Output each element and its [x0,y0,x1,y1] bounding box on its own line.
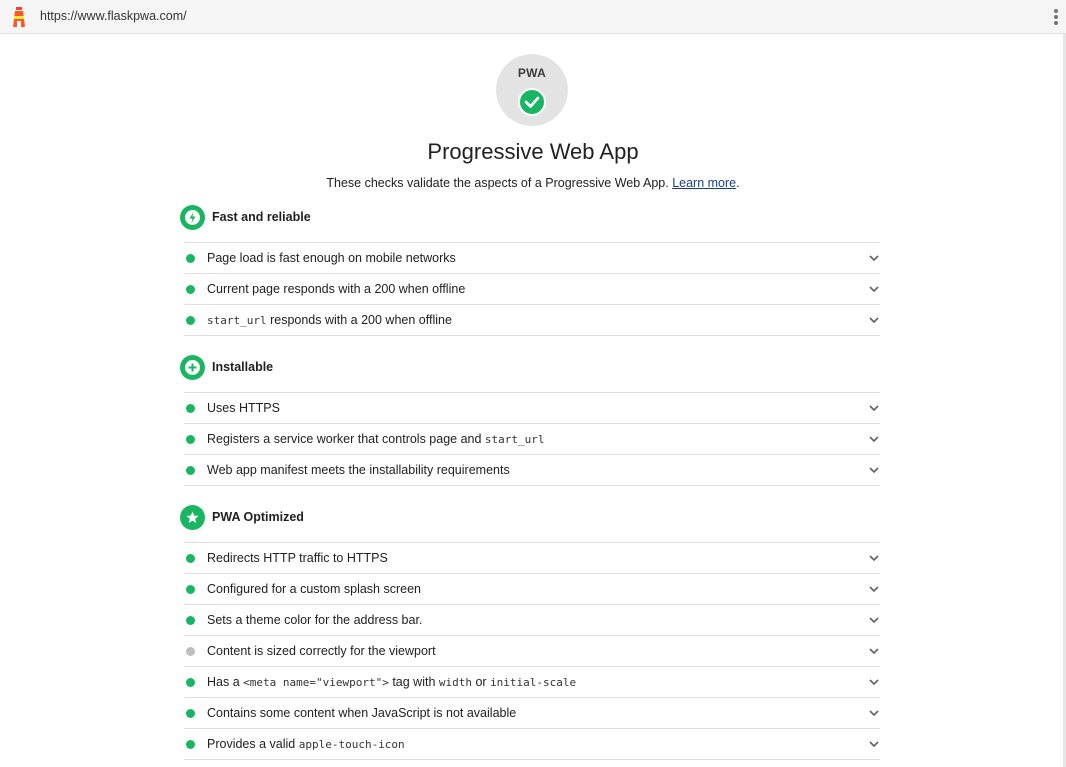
check-circle-icon [518,88,546,116]
learn-more-link[interactable]: Learn more [672,176,736,190]
audit-group-header: Installable [180,355,880,383]
chevron-down-icon[interactable] [868,615,880,625]
page-title: Progressive Web App [427,139,639,164]
audit-list: Redirects HTTP traffic to HTTPS Configure… [184,542,880,760]
status-pass-icon [186,554,195,563]
chevron-down-icon[interactable] [868,677,880,687]
status-pass-icon [186,616,195,625]
description-period: . [736,176,740,190]
lightning-icon [180,205,205,230]
audit-item[interactable]: Uses HTTPS [184,393,880,424]
chevron-down-icon[interactable] [868,465,880,475]
status-pass-icon [186,466,195,475]
audit-item[interactable]: Current page responds with a 200 when of… [184,274,880,305]
audit-group: Installable Uses HTTPS Registers a service… [180,355,880,486]
description-text: These checks validate the aspects of a P… [326,176,669,190]
pwa-badge: PWA [496,54,568,126]
audit-item-label: Registers a service worker that controls… [207,432,545,446]
audit-item[interactable]: Web app manifest meets the installabilit… [184,455,880,486]
chevron-down-icon[interactable] [868,584,880,594]
page-description: These checks validate the aspects of a P… [0,176,1066,190]
audit-item-label: Redirects HTTP traffic to HTTPS [207,551,388,565]
status-pass-icon [186,285,195,294]
audit-item-label: Contains some content when JavaScript is… [207,706,517,720]
audit-list: Uses HTTPS Registers a service worker tha… [184,392,880,486]
status-pass-icon [186,740,195,749]
status-pass-icon [186,404,195,413]
audit-item[interactable]: Contains some content when JavaScript is… [184,698,880,729]
audit-group-header: Fast and reliable [180,205,880,233]
status-pass-icon [186,678,195,687]
audit-item-label: Page load is fast enough on mobile netwo… [207,251,456,265]
audit-item-label: Current page responds with a 200 when of… [207,282,466,296]
more-menu-icon[interactable] [1053,9,1059,25]
chevron-down-icon[interactable] [868,315,880,325]
audit-group-title: Fast and reliable [212,210,311,224]
audit-item-label: Sets a theme color for the address bar. [207,613,423,627]
audit-item[interactable]: Provides a valid apple-touch-icon [184,729,880,760]
audit-group-title: Installable [212,360,274,374]
audit-item-label: Provides a valid apple-touch-icon [207,737,405,751]
audit-item-label: Uses HTTPS [207,401,280,415]
audit-item[interactable]: Has a <meta name="viewport"> tag with wi… [184,667,880,698]
audit-group: Fast and reliable Page load is fast enoug… [180,205,880,336]
audit-item-label: Web app manifest meets the installabilit… [207,463,510,477]
star-icon [180,505,205,530]
chevron-down-icon[interactable] [868,284,880,294]
chevron-down-icon[interactable] [868,253,880,263]
chevron-down-icon[interactable] [868,403,880,413]
audit-item-label: Content is sized correctly for the viewp… [207,644,436,658]
audit-group: PWA Optimized Redirects HTTP traffic to H… [180,505,880,760]
lighthouse-icon[interactable] [11,7,27,27]
audit-item[interactable]: Sets a theme color for the address bar. [184,605,880,636]
audit-item-label: start_url responds with a 200 when offli… [207,313,452,327]
status-pass-icon [186,585,195,594]
chevron-down-icon[interactable] [868,646,880,656]
url-text[interactable]: https://www.flaskpwa.com/ [40,9,187,23]
audit-item[interactable]: Configured for a custom splash screen [184,574,880,605]
audit-item[interactable]: Content is sized correctly for the viewp… [184,636,880,667]
chevron-down-icon[interactable] [868,434,880,444]
audit-group-header: PWA Optimized [180,505,880,533]
audit-group-title: PWA Optimized [212,510,304,524]
status-pass-icon [186,254,195,263]
browser-bar: https://www.flaskpwa.com/ [0,0,1066,34]
status-pass-icon [186,435,195,444]
audit-item-label: Configured for a custom splash screen [207,582,421,596]
chevron-down-icon[interactable] [868,553,880,563]
status-neutral-icon [186,647,195,656]
audit-item[interactable]: Registers a service worker that controls… [184,424,880,455]
audit-item[interactable]: Page load is fast enough on mobile netwo… [184,243,880,274]
status-pass-icon [186,709,195,718]
pwa-badge-text: PWA [517,66,547,80]
audit-item-label: Has a <meta name="viewport"> tag with wi… [207,675,577,689]
audit-list: Page load is fast enough on mobile netwo… [184,242,880,336]
plus-icon [180,355,205,380]
chevron-down-icon[interactable] [868,739,880,749]
chevron-down-icon[interactable] [868,708,880,718]
status-pass-icon [186,316,195,325]
audit-item[interactable]: start_url responds with a 200 when offli… [184,305,880,336]
audit-item[interactable]: Redirects HTTP traffic to HTTPS [184,543,880,574]
